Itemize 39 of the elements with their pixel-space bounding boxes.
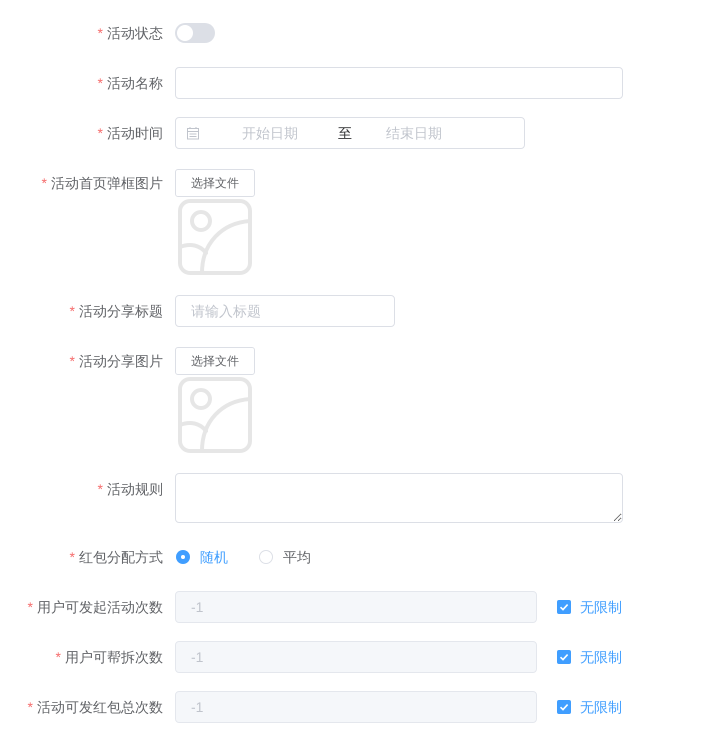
form-label: 活动规则 <box>107 481 163 497</box>
radio-label[interactable]: 随机 <box>200 546 228 568</box>
radio-button[interactable] <box>176 550 190 564</box>
form-label: 用户可帮拆次数 <box>65 649 163 665</box>
choose-file-button[interactable]: 选择文件 <box>175 347 255 375</box>
form-label: 活动分享图片 <box>79 353 163 369</box>
required-asterisk: * <box>98 481 103 497</box>
required-asterisk: * <box>42 175 47 191</box>
text-input-field[interactable]: 请输入标题 <box>175 295 395 327</box>
radio-label[interactable]: 平均 <box>283 546 311 568</box>
radio-button[interactable] <box>259 550 273 564</box>
required-asterisk: * <box>70 303 75 319</box>
image-placeholder-icon <box>178 377 252 453</box>
form-label: 活动时间 <box>107 125 163 141</box>
choose-file-button[interactable]: 选择文件 <box>175 169 255 197</box>
textarea-field[interactable] <box>175 473 623 523</box>
form-label: 活动分享标题 <box>79 303 163 319</box>
required-asterisk: * <box>70 353 75 369</box>
date-range-picker[interactable]: 开始日期 至 结束日期 <box>175 117 525 149</box>
calendar-icon <box>186 126 200 140</box>
required-asterisk: * <box>56 649 61 665</box>
image-placeholder-icon <box>178 199 252 275</box>
form-label: 活动名称 <box>107 75 163 91</box>
end-date-field[interactable]: 结束日期 <box>355 118 473 148</box>
required-asterisk: * <box>98 75 103 91</box>
form-label: 活动状态 <box>107 25 163 41</box>
required-asterisk: * <box>28 599 33 615</box>
required-asterisk: * <box>98 125 103 141</box>
form-label: 活动首页弹框图片 <box>51 175 163 191</box>
range-separator: 至 <box>338 124 352 143</box>
start-date-field[interactable]: 开始日期 <box>205 118 335 148</box>
text-input-field[interactable] <box>175 67 623 99</box>
form-label: 用户可发起活动次数 <box>37 599 163 615</box>
required-asterisk: * <box>70 549 75 565</box>
required-asterisk: * <box>98 25 103 41</box>
required-asterisk: * <box>28 699 33 715</box>
toggle-switch[interactable] <box>175 23 215 43</box>
form-label: 红包分配方式 <box>79 549 163 565</box>
form-label: 活动可发红包总次数 <box>37 699 163 715</box>
